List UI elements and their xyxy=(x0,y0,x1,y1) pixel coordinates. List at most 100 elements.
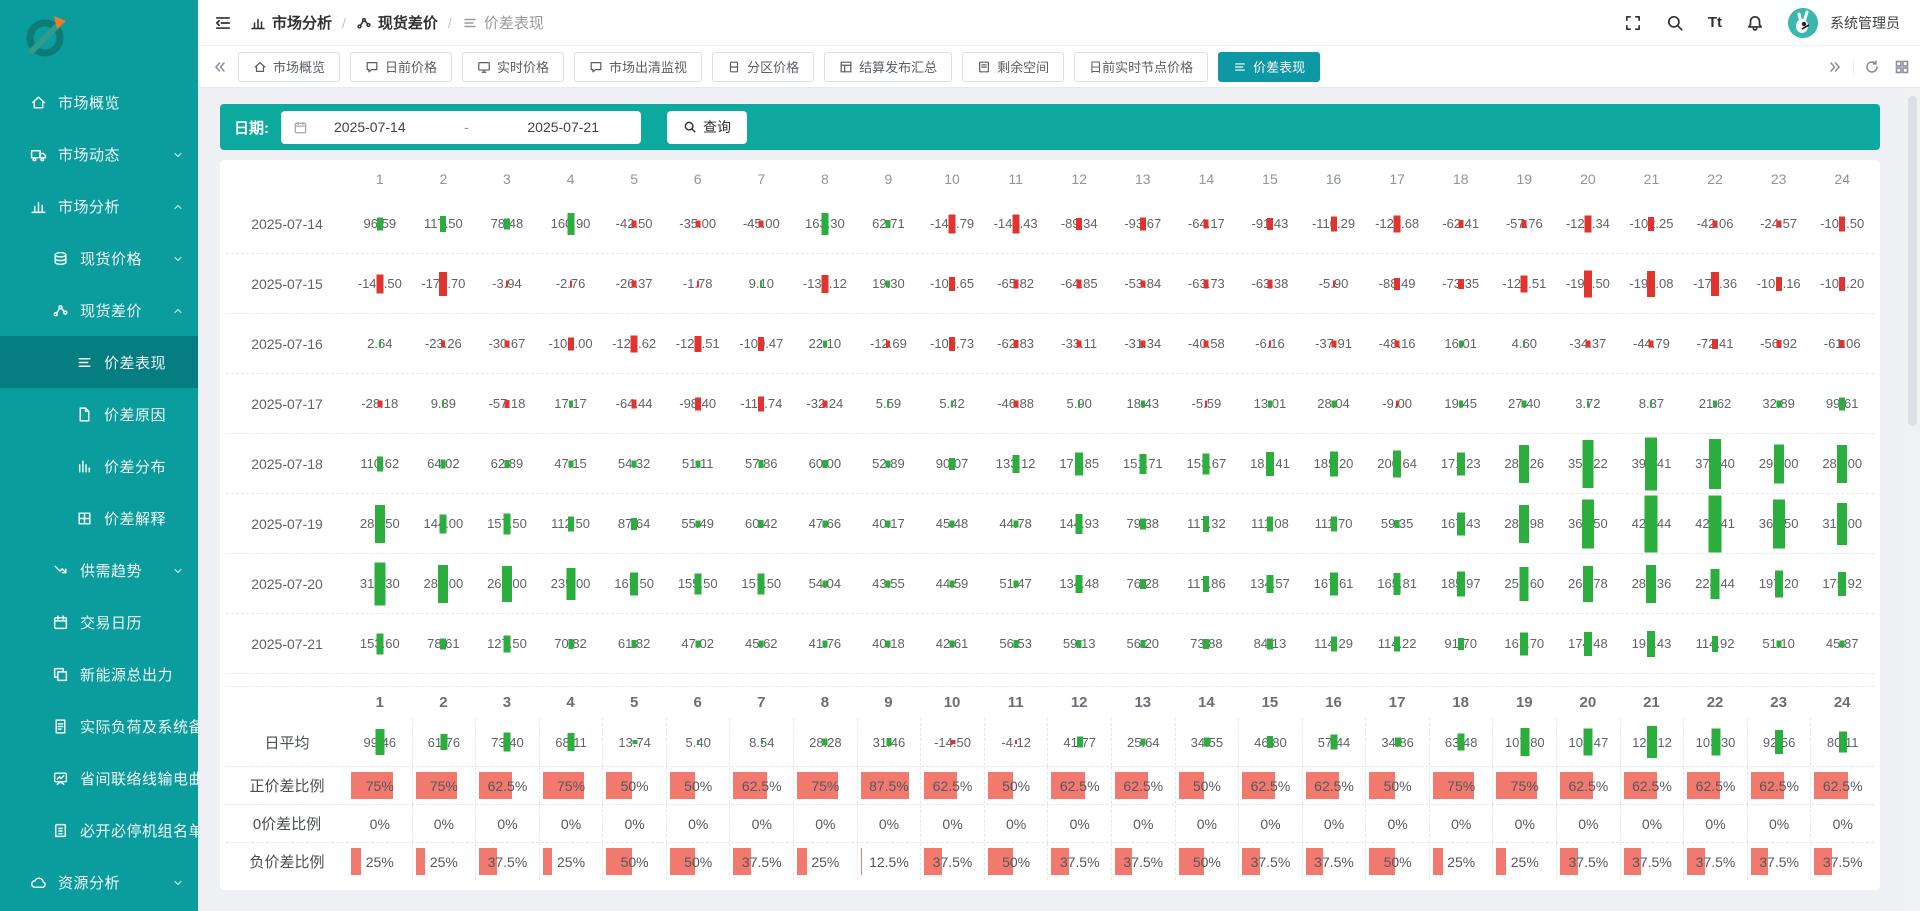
spread-cell[interactable]: -197.50 xyxy=(1556,254,1620,313)
spread-cell[interactable]: -40.58 xyxy=(1175,314,1239,373)
spread-cell[interactable]: 235.00 xyxy=(539,554,603,613)
spread-cell[interactable]: 265.00 xyxy=(475,554,539,613)
ratio-cell[interactable]: 0% xyxy=(920,805,984,842)
spread-cell[interactable]: 55.49 xyxy=(666,494,730,553)
spread-cell[interactable]: 57.86 xyxy=(729,434,793,493)
spread-cell[interactable]: 27.40 xyxy=(1492,374,1556,433)
ratio-cell[interactable]: 37.5% xyxy=(1556,843,1620,880)
ratio-cell[interactable]: 62.5% xyxy=(1810,767,1874,804)
spread-cell[interactable]: 19.30 xyxy=(857,254,921,313)
spread-cell[interactable]: 79.38 xyxy=(1111,494,1175,553)
spread-cell[interactable]: -102.25 xyxy=(1620,194,1684,253)
spread-cell[interactable]: 255.60 xyxy=(1492,554,1556,613)
spread-cell[interactable]: 99.61 xyxy=(1810,374,1874,433)
spread-cell[interactable]: 200.64 xyxy=(1365,434,1429,493)
ratio-cell[interactable]: 25% xyxy=(1492,843,1556,880)
spread-cell[interactable]: 422.41 xyxy=(1683,494,1747,553)
spread-cell[interactable]: -31.34 xyxy=(1111,314,1175,373)
sidebar-item-spread-explain[interactable]: 价差解释 xyxy=(0,492,198,544)
ratio-cell[interactable]: 37.5% xyxy=(1747,843,1811,880)
spread-cell[interactable]: 283.50 xyxy=(348,494,412,553)
spread-cell[interactable]: 144.93 xyxy=(1047,494,1111,553)
ratio-cell[interactable]: 0% xyxy=(1556,805,1620,842)
spread-cell[interactable]: 73.88 xyxy=(1175,614,1239,673)
spread-cell[interactable]: 133.12 xyxy=(984,434,1048,493)
spread-cell[interactable]: -100.65 xyxy=(920,254,984,313)
spread-cell[interactable]: 167.50 xyxy=(602,554,666,613)
username[interactable]: 系统管理员 xyxy=(1830,13,1900,33)
spread-cell[interactable]: 134.48 xyxy=(1047,554,1111,613)
spread-cell[interactable]: -124.68 xyxy=(1365,194,1429,253)
spread-cell[interactable]: -65.82 xyxy=(984,254,1048,313)
spread-cell[interactable]: -93.67 xyxy=(1111,194,1175,253)
bell-icon[interactable] xyxy=(1746,14,1764,32)
spread-cell[interactable]: 372.40 xyxy=(1683,434,1747,493)
spread-cell[interactable]: 224.44 xyxy=(1683,554,1747,613)
spread-cell[interactable]: 56.20 xyxy=(1111,614,1175,673)
spread-cell[interactable]: 193.43 xyxy=(1620,614,1684,673)
spread-cell[interactable]: 280.00 xyxy=(1810,434,1874,493)
spread-cell[interactable]: 19.45 xyxy=(1429,374,1493,433)
spread-cell[interactable]: 151.71 xyxy=(1111,434,1175,493)
spread-cell[interactable]: -126.51 xyxy=(1492,254,1556,313)
spread-cell[interactable]: 167.70 xyxy=(1492,614,1556,673)
spread-cell[interactable]: 76.28 xyxy=(1111,554,1175,613)
ratio-cell[interactable]: 37.5% xyxy=(1047,843,1111,880)
spread-cell[interactable]: -142.50 xyxy=(348,254,412,313)
ratio-cell[interactable]: 0% xyxy=(857,805,921,842)
spread-cell[interactable]: 157.50 xyxy=(475,494,539,553)
spread-cell[interactable]: 90.07 xyxy=(920,434,984,493)
ratio-cell[interactable]: 75% xyxy=(1492,767,1556,804)
ratio-cell[interactable]: 50% xyxy=(1365,843,1429,880)
spread-cell[interactable]: 61.82 xyxy=(602,614,666,673)
spread-cell[interactable]: -107.50 xyxy=(1810,194,1874,253)
tab-day-ahead-price[interactable]: 日前价格 xyxy=(350,52,452,82)
spread-cell[interactable]: 153.67 xyxy=(1175,434,1239,493)
ratio-cell[interactable]: 37.5% xyxy=(1238,843,1302,880)
ratio-cell[interactable]: 0% xyxy=(729,805,793,842)
spread-cell[interactable]: -6.16 xyxy=(1238,314,1302,373)
sidebar-item-resource-analysis[interactable]: 资源分析 xyxy=(0,856,198,908)
spread-cell[interactable]: -64.44 xyxy=(602,374,666,433)
spread-cell[interactable]: 56.53 xyxy=(984,614,1048,673)
search-icon[interactable] xyxy=(1666,14,1684,32)
average-cell[interactable]: 31.46 xyxy=(857,718,921,766)
spread-cell[interactable]: 283.98 xyxy=(1492,494,1556,553)
spread-cell[interactable]: 62.71 xyxy=(857,194,921,253)
spread-cell[interactable]: 47.66 xyxy=(793,494,857,553)
tab-clearing-monitor[interactable]: 市场出清监视 xyxy=(574,52,702,82)
spread-cell[interactable]: 87.64 xyxy=(602,494,666,553)
tab-market-overview[interactable]: 市场概览 xyxy=(238,52,340,82)
spread-cell[interactable]: -72.41 xyxy=(1683,314,1747,373)
spread-cell[interactable]: -62.41 xyxy=(1429,194,1493,253)
ratio-cell[interactable]: 75% xyxy=(793,767,857,804)
tabs-next-button[interactable] xyxy=(1827,59,1843,75)
ratio-cell[interactable]: 50% xyxy=(602,843,666,880)
spread-cell[interactable]: -63.38 xyxy=(1238,254,1302,313)
spread-cell[interactable]: 280.00 xyxy=(412,554,476,613)
spread-cell[interactable]: -32.24 xyxy=(793,374,857,433)
ratio-cell[interactable]: 62.5% xyxy=(1683,767,1747,804)
spread-cell[interactable]: 42.61 xyxy=(920,614,984,673)
spread-cell[interactable]: -42.06 xyxy=(1683,194,1747,253)
spread-cell[interactable]: 45.48 xyxy=(920,494,984,553)
spread-cell[interactable]: 9.10 xyxy=(729,254,793,313)
tabs-prev-button[interactable] xyxy=(212,59,228,75)
spread-cell[interactable]: 181.41 xyxy=(1238,434,1302,493)
spread-cell[interactable]: 117.32 xyxy=(1175,494,1239,553)
ratio-cell[interactable]: 50% xyxy=(1175,843,1239,880)
tab-node-price[interactable]: 日前实时节点价格 xyxy=(1074,52,1208,82)
average-cell[interactable]: 107.80 xyxy=(1492,718,1556,766)
spread-cell[interactable]: -33.11 xyxy=(1047,314,1111,373)
spread-cell[interactable]: 44.78 xyxy=(984,494,1048,553)
spread-cell[interactable]: 91.70 xyxy=(1429,614,1493,673)
spread-cell[interactable]: 60.42 xyxy=(729,494,793,553)
spread-cell[interactable]: 43.55 xyxy=(857,554,921,613)
ratio-cell[interactable]: 0% xyxy=(412,805,476,842)
spread-cell[interactable]: -143.43 xyxy=(984,194,1048,253)
ratio-cell[interactable]: 37.5% xyxy=(1302,843,1366,880)
query-button[interactable]: 查询 xyxy=(667,111,747,144)
spread-cell[interactable]: 117.86 xyxy=(1175,554,1239,613)
spread-cell[interactable]: 114.22 xyxy=(1365,614,1429,673)
spread-cell[interactable]: -23.26 xyxy=(412,314,476,373)
